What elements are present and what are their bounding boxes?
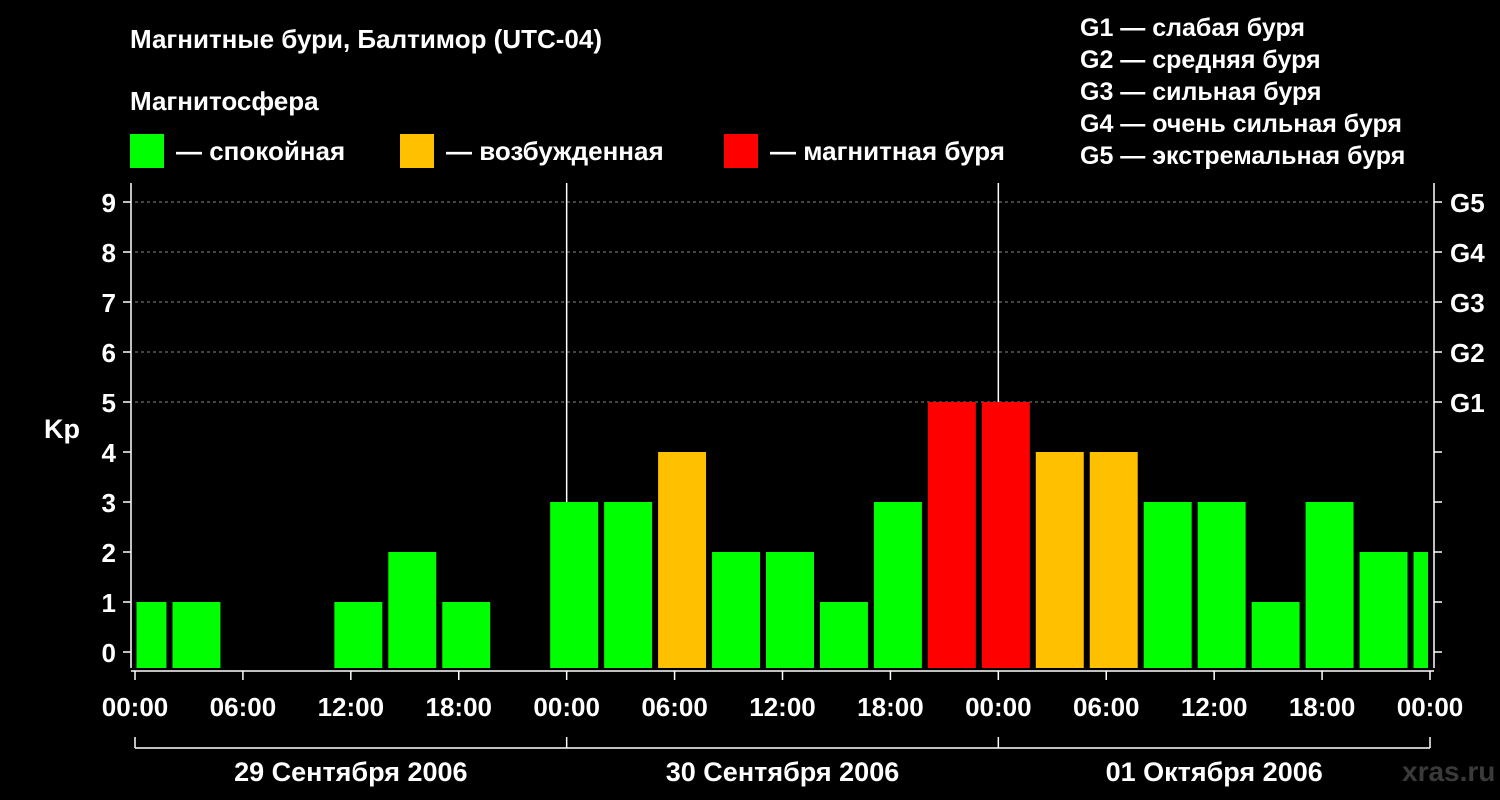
kp-bar [604, 502, 653, 668]
kp-bar [1305, 502, 1354, 668]
x-tick-label: 00:00 [102, 692, 169, 722]
watermark: xras.ru [1402, 756, 1496, 787]
y-tick-label: 2 [102, 538, 116, 568]
y-tick-label: 5 [102, 388, 116, 418]
day-label: 30 Сентября 2006 [666, 757, 899, 787]
y-tick-label: 9 [102, 188, 116, 218]
y-tick-label: 1 [102, 588, 116, 618]
kp-bar [442, 602, 491, 668]
x-tick-label: 18:00 [857, 692, 924, 722]
kp-bar [819, 602, 868, 668]
kp-bar [1197, 502, 1246, 668]
x-tick-label: 12:00 [318, 692, 385, 722]
kp-bar [1035, 452, 1084, 668]
x-tick-label: 00:00 [533, 692, 600, 722]
y-tick-label: 6 [102, 338, 116, 368]
kp-bar [1359, 552, 1408, 668]
g-tick-label: G1 [1450, 388, 1485, 418]
g-tick-label: G4 [1450, 238, 1485, 268]
kp-bar [136, 602, 167, 668]
kp-bar [172, 602, 221, 668]
x-tick-label: 18:00 [1289, 692, 1356, 722]
x-tick-label: 06:00 [641, 692, 708, 722]
x-tick-label: 12:00 [749, 692, 816, 722]
kp-bar [981, 402, 1030, 668]
kp-bar [1089, 452, 1138, 668]
g-tick-label: G2 [1450, 338, 1485, 368]
x-tick-label: 18:00 [426, 692, 493, 722]
x-tick-label: 12:00 [1181, 692, 1248, 722]
y-tick-label: 8 [102, 238, 116, 268]
y-tick-label: 7 [102, 288, 116, 318]
y-tick-label: 0 [102, 638, 116, 668]
kp-bar [1143, 502, 1192, 668]
g-tick-label: G5 [1450, 188, 1485, 218]
kp-bar [334, 602, 383, 668]
kp-bar [712, 552, 761, 668]
kp-bar [873, 502, 922, 668]
kp-bar [550, 502, 599, 668]
x-tick-label: 06:00 [1073, 692, 1140, 722]
y-tick-label: 4 [102, 438, 117, 468]
kp-bar [1251, 602, 1300, 668]
y-axis-label: Kp [44, 414, 80, 444]
g-tick-label: G3 [1450, 288, 1485, 318]
kp-bar-chart: 0 1 2 3 4 5 6 7 8 9 G1 G2 G3 G4 G5 Kp 00:00 06:00 12:00 18:… [44, 183, 1485, 787]
y-tick-label: 3 [102, 488, 116, 518]
x-tick-label: 06:00 [210, 692, 277, 722]
x-tick-label: 00:00 [965, 692, 1032, 722]
kp-bar [1413, 552, 1428, 668]
kp-bar [658, 452, 707, 668]
kp-bar [388, 552, 437, 668]
kp-bar [766, 552, 814, 668]
kp-bar [927, 402, 976, 668]
x-tick-label: 00:00 [1397, 692, 1464, 722]
day-label: 29 Сентября 2006 [234, 757, 467, 787]
day-label: 01 Октября 2006 [1106, 757, 1323, 787]
